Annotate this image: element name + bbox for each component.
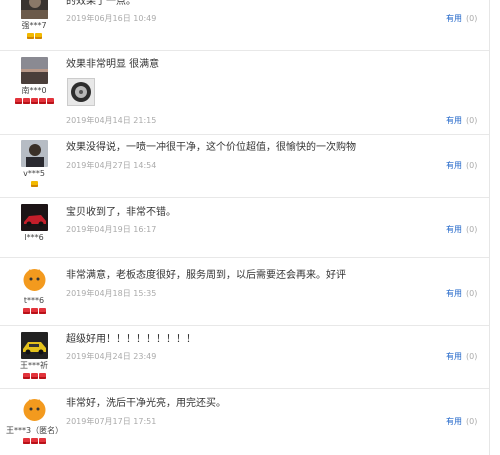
- useful-button[interactable]: 有用: [446, 352, 462, 361]
- useful-vote[interactable]: 有用 (0): [446, 14, 477, 24]
- reviewer: 王***祈: [6, 332, 62, 381]
- useful-vote[interactable]: 有用 (0): [446, 352, 477, 362]
- avatar-dark-icon[interactable]: [20, 0, 48, 19]
- level-badge: [6, 33, 62, 41]
- reviewer: v***5: [6, 140, 62, 189]
- useful-vote[interactable]: 有用 (0): [446, 417, 477, 427]
- review-date: 2019年04月18日 15:35: [66, 289, 157, 298]
- avatar-default-icon[interactable]: [20, 267, 48, 294]
- useful-vote[interactable]: 有用 (0): [446, 289, 477, 299]
- review-text: 超级好用！！！！！！！！！: [66, 334, 196, 345]
- useful-count: (0): [466, 14, 478, 23]
- useful-button[interactable]: 有用: [446, 225, 462, 234]
- level-badge: [6, 373, 62, 381]
- review-item: 南***0 效果非常明显 很满意 2019年04月14日 21:15 有用 (0): [0, 51, 489, 135]
- review-date: 2019年07月17日 17:51: [66, 417, 157, 426]
- review-text: 效果非常明显 很满意: [66, 59, 160, 70]
- reviewer-name: v***5: [23, 169, 45, 178]
- review-item: t***6 非常满意，老板态度很好，服务周到，以后需要还会再来。好评 2019年…: [0, 258, 489, 326]
- avatar-landscape-icon[interactable]: [20, 57, 48, 84]
- reviewer: 强***7: [6, 0, 62, 41]
- useful-vote[interactable]: 有用 (0): [446, 116, 477, 126]
- review-text: 的效果了一点。: [66, 0, 136, 7]
- useful-count: (0): [466, 116, 478, 125]
- review-text: 效果没得说，一喷一冲很干净，这个价位超值，很愉快的一次购物: [66, 142, 356, 153]
- reviewer-name: 强***7: [21, 21, 47, 30]
- useful-button[interactable]: 有用: [446, 289, 462, 298]
- review-date: 2019年04月27日 14:54: [66, 161, 157, 170]
- reviewer-name: 王***3（匿名）: [6, 426, 64, 435]
- level-badge: [6, 181, 62, 189]
- useful-vote[interactable]: 有用 (0): [446, 161, 477, 171]
- review-item: 王***祈 超级好用！！！！！！！！！ 2019年04月24日 23:49 有用…: [0, 326, 489, 389]
- review-text: 非常满意，老板态度很好，服务周到，以后需要还会再来。好评: [66, 270, 346, 281]
- review-date: 2019年06月16日 10:49: [66, 14, 157, 23]
- useful-count: (0): [466, 161, 478, 170]
- useful-count: (0): [466, 289, 478, 298]
- level-badge: [6, 308, 62, 316]
- avatar-car-icon[interactable]: [20, 204, 48, 231]
- review-item: l***6 宝贝收到了，非常不错。 2019年04月19日 16:17 有用 (0…: [0, 198, 489, 258]
- avatar-yellow-car-icon[interactable]: [20, 332, 48, 359]
- level-badge: [6, 438, 62, 446]
- review-date: 2019年04月14日 21:15: [66, 116, 157, 125]
- review-item: 王***3（匿名） 非常好，洗后干净光亮，用完还买。 2019年07月17日 1…: [0, 389, 489, 455]
- review-text: 非常好，洗后干净光亮，用完还买。: [66, 398, 226, 409]
- reviewer-name: 王***祈: [20, 361, 48, 370]
- useful-button[interactable]: 有用: [446, 161, 462, 170]
- review-date: 2019年04月19日 16:17: [66, 225, 157, 234]
- level-badge: [6, 98, 62, 106]
- reviewer: l***6: [6, 204, 62, 243]
- useful-button[interactable]: 有用: [446, 417, 462, 426]
- useful-count: (0): [466, 352, 478, 361]
- list-border: [489, 0, 490, 455]
- reviewer-name: 南***0: [21, 86, 47, 95]
- useful-count: (0): [466, 225, 478, 234]
- review-item: v***5 效果没得说，一喷一冲很干净，这个价位超值，很愉快的一次购物 2019…: [0, 135, 489, 198]
- tire-photo-icon[interactable]: [67, 78, 95, 106]
- reviewer: 南***0: [6, 57, 62, 106]
- useful-button[interactable]: 有用: [446, 14, 462, 23]
- reviewer-name: l***6: [24, 233, 44, 242]
- avatar-person-icon[interactable]: [20, 140, 48, 167]
- review-date: 2019年04月24日 23:49: [66, 352, 157, 361]
- reviewer: t***6: [6, 267, 62, 316]
- useful-button[interactable]: 有用: [446, 116, 462, 125]
- review-text: 宝贝收到了，非常不错。: [66, 207, 176, 218]
- useful-count: (0): [466, 417, 478, 426]
- useful-vote[interactable]: 有用 (0): [446, 225, 477, 235]
- reviewer-name: t***6: [23, 296, 45, 305]
- reviewer: 王***3（匿名）: [6, 397, 64, 446]
- review-item: 强***7 的效果了一点。 2019年06月16日 10:49 有用 (0): [0, 0, 489, 51]
- avatar-default-icon[interactable]: [20, 397, 48, 424]
